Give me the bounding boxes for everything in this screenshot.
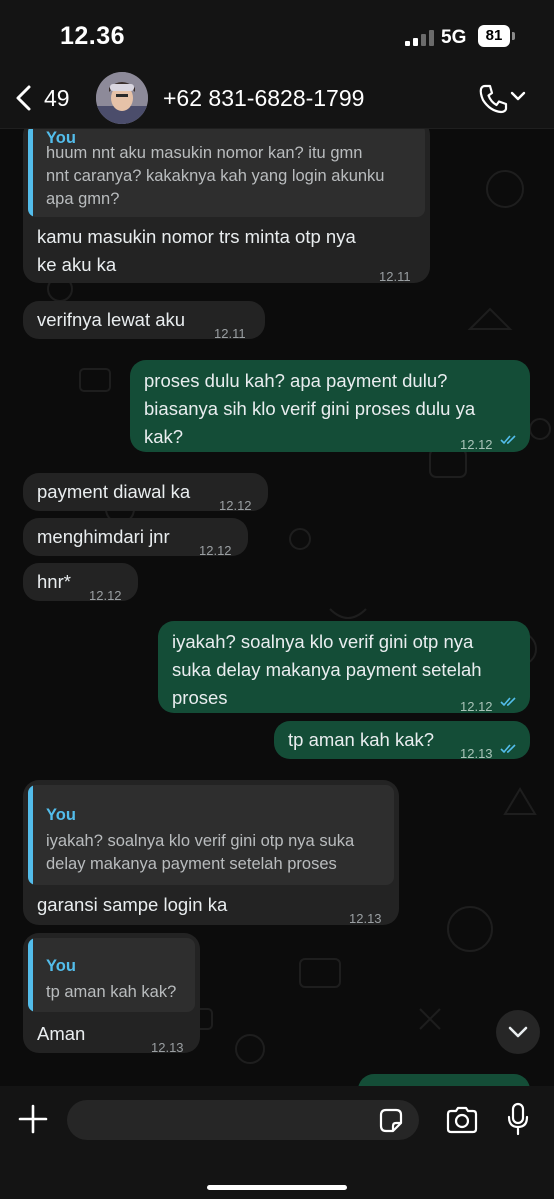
outgoing-message-partial[interactable] [358, 1074, 530, 1086]
outgoing-message[interactable]: iyakah? soalnya klo verif gini otp nya s… [158, 621, 530, 714]
unread-count[interactable]: 49 [44, 85, 70, 112]
incoming-message[interactable]: You tp aman kah kak? Aman 12.13 [23, 933, 200, 1055]
message-line: kak? [144, 426, 184, 447]
message-line: ke aku ka [37, 254, 117, 275]
message-time: 12.12 [89, 588, 122, 603]
quote-line: apa gmn? [46, 190, 120, 208]
quote-line: tp aman kah kak? [46, 983, 177, 1001]
message-time: 12.12 [460, 437, 493, 452]
contact-avatar[interactable] [96, 72, 148, 124]
chevron-down-icon[interactable] [510, 90, 526, 102]
message-line: suka delay makanya payment setelah [172, 659, 482, 680]
avatar-image [96, 72, 148, 124]
message-input[interactable] [67, 1100, 419, 1140]
quote-accent-bar [28, 129, 33, 217]
battery-tip [512, 32, 515, 40]
message-line: hnr* [37, 571, 71, 592]
message-line: proses [172, 687, 228, 708]
message-line: biasanya sih klo verif gini proses dulu … [144, 398, 476, 419]
contact-name[interactable]: +62 831-6828-1799 [163, 85, 364, 112]
message-time: 12.12 [460, 699, 493, 714]
quote-line: iyakah? soalnya klo verif gini otp nya s… [46, 832, 355, 850]
message-composer [0, 1086, 554, 1199]
scroll-to-bottom-button[interactable] [496, 1010, 540, 1054]
quoted-reply[interactable]: You huum nnt aku masukin nomor kan? itu … [28, 129, 425, 217]
message-line: garansi sampe login ka [37, 894, 228, 915]
read-receipt-icon [500, 697, 516, 707]
chevron-down-icon [508, 1026, 528, 1038]
quoted-reply[interactable]: You tp aman kah kak? [28, 938, 195, 1012]
message-line: payment diawal ka [37, 481, 191, 502]
phone-icon[interactable] [478, 82, 508, 114]
quote-author: You [46, 806, 76, 824]
incoming-message[interactable]: You iyakah? soalnya klo verif gini otp n… [23, 780, 399, 926]
message-time: 12.11 [379, 269, 411, 284]
incoming-message[interactable]: payment diawal ka 12.12 [23, 473, 268, 513]
status-bar: 12.36 5G 81 [0, 0, 554, 70]
quote-line: huum nnt aku masukin nomor kan? itu gmn [46, 144, 363, 162]
microphone-icon[interactable] [506, 1102, 530, 1136]
message-time: 12.13 [349, 911, 382, 926]
message-line: iyakah? soalnya klo verif gini otp nya [172, 631, 474, 652]
incoming-message[interactable]: verifnya lewat aku 12.11 [23, 301, 265, 341]
incoming-message[interactable]: You huum nnt aku masukin nomor kan? itu … [23, 129, 430, 284]
camera-icon[interactable] [445, 1106, 479, 1134]
message-time: 12.12 [219, 498, 252, 513]
quote-accent-bar [28, 785, 33, 885]
message-time: 12.13 [460, 746, 493, 761]
read-receipt-icon [500, 744, 516, 754]
back-chevron-icon[interactable] [12, 84, 36, 112]
status-time: 12.36 [60, 22, 126, 50]
message-time: 12.13 [151, 1040, 184, 1055]
home-indicator [207, 1185, 347, 1190]
quote-author: You [46, 957, 76, 975]
quote-accent-bar [28, 938, 33, 1012]
quote-line: nnt caranya? kakaknya kah yang login aku… [46, 167, 385, 185]
message-line: tp aman kah kak? [288, 729, 435, 750]
quote-line: delay makanya payment setelah proses [46, 855, 337, 873]
message-line: kamu masukin nomor trs minta otp nya [37, 226, 356, 247]
outgoing-message[interactable]: tp aman kah kak? 12.13 [274, 721, 530, 761]
plus-icon[interactable] [18, 1104, 48, 1134]
message-line: verifnya lewat aku [37, 309, 186, 330]
battery-icon: 81 [478, 25, 510, 47]
incoming-message[interactable]: hnr* 12.12 [23, 563, 138, 603]
chat-header: 49 +62 831-6828-1799 [0, 70, 554, 129]
incoming-message[interactable]: menghimdari jnr 12.12 [23, 518, 248, 558]
network-label: 5G [441, 27, 467, 48]
message-time: 12.11 [214, 326, 246, 341]
message-time: 12.12 [199, 543, 232, 558]
message-line: Aman [37, 1023, 86, 1044]
sticker-icon[interactable] [376, 1106, 406, 1136]
signal-icon [405, 30, 435, 46]
quoted-reply[interactable]: You iyakah? soalnya klo verif gini otp n… [28, 785, 394, 885]
chat-area[interactable]: You huum nnt aku masukin nomor kan? itu … [0, 129, 554, 1086]
read-receipt-icon [500, 435, 516, 445]
outgoing-message[interactable]: proses dulu kah? apa payment dulu? biasa… [130, 360, 530, 452]
message-line: menghimdari jnr [37, 526, 170, 547]
message-line: proses dulu kah? apa payment dulu? [144, 370, 448, 391]
